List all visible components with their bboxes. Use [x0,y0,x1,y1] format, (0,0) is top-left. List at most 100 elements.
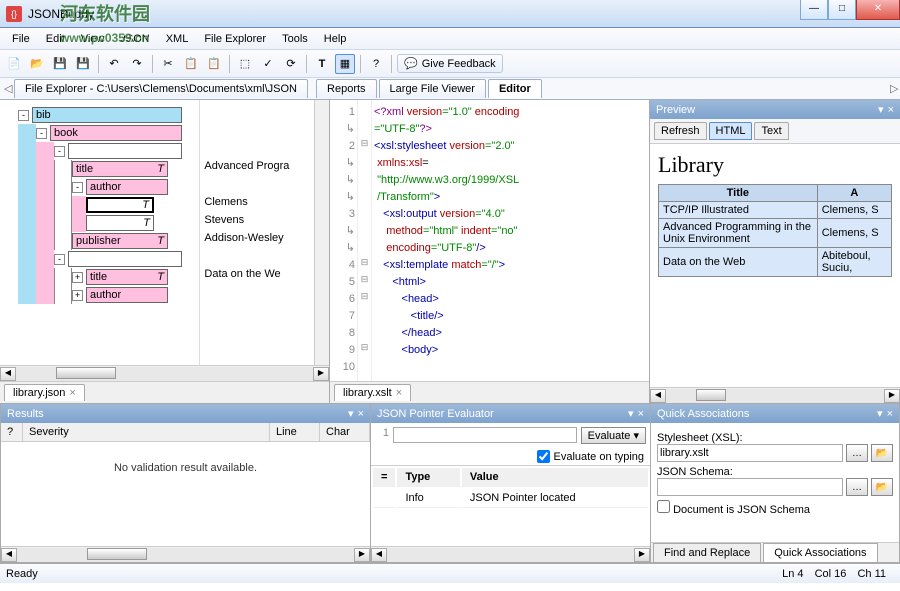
browse-stylesheet-button[interactable]: … [846,444,868,462]
panel-close-icon[interactable]: × [888,104,894,116]
scroll-left-icon[interactable]: ◀ [650,389,666,403]
tab-scroll-left-icon[interactable]: ◁ [0,82,14,95]
paste-icon[interactable]: 📋 [204,54,224,74]
node-group[interactable] [68,251,182,267]
tab-find-replace[interactable]: Find and Replace [653,543,761,562]
expand-icon[interactable]: + [72,272,83,283]
open-stylesheet-button[interactable]: 📂 [871,444,893,462]
panel-pin-icon[interactable]: ▾ [628,408,634,420]
menu-edit[interactable]: Edit [38,30,73,48]
browse-schema-button[interactable]: … [846,478,868,496]
menu-json[interactable]: JSON [112,30,157,48]
tree-value[interactable]: Data on the We [200,266,314,284]
fold-gutter[interactable]: ⊟⊟⊟⊟⊟ [358,100,372,381]
col-line[interactable]: Line [270,423,320,441]
panel-close-icon[interactable]: × [358,408,364,420]
collapse-icon[interactable]: - [54,254,65,265]
evaluate-on-typing-checkbox[interactable] [537,450,550,463]
close-tab-icon[interactable]: × [69,387,75,399]
doc-is-schema-checkbox[interactable] [657,500,670,513]
node-author[interactable]: author [86,287,168,303]
give-feedback-button[interactable]: 💬 Give Feedback [397,54,503,73]
node-title[interactable]: titleT [72,161,168,177]
tree-value[interactable]: Clemens [200,194,314,212]
horizontal-scrollbar[interactable]: ◀ ▶ [0,365,329,381]
expand-icon[interactable]: + [72,290,83,301]
node-title[interactable]: titleT [86,269,168,285]
vertical-scrollbar[interactable] [314,100,329,365]
panel-pin-icon[interactable]: ▾ [877,408,883,420]
json-pointer-input[interactable] [393,427,577,443]
collapse-icon[interactable]: - [72,182,83,193]
copy-icon[interactable]: 📋 [181,54,201,74]
file-explorer-tab[interactable]: File Explorer - C:\Users\Clemens\Documen… [14,79,308,98]
redo-icon[interactable]: ↷ [127,54,147,74]
node-bib[interactable]: bib [32,107,182,123]
text-icon[interactable]: T [312,54,332,74]
transform-icon[interactable]: ⟳ [281,54,301,74]
horizontal-scrollbar[interactable]: ◀ ▶ [650,387,900,403]
code-editor[interactable]: 1↳2↳↳↳3↳↳45678910 ⊟⊟⊟⊟⊟ <?xml version="1… [330,100,649,381]
menu-file[interactable]: File [4,30,38,48]
col-char[interactable]: Char [320,423,370,441]
cut-icon[interactable]: ✂ [158,54,178,74]
preview-tab-text[interactable]: Text [754,122,788,140]
new-file-icon[interactable]: 📄 [4,54,24,74]
node-author-value-selected[interactable]: T [86,197,154,213]
node-author[interactable]: author [86,179,168,195]
open-file-icon[interactable]: 📂 [27,54,47,74]
close-button[interactable]: ✕ [856,0,900,20]
panel-pin-icon[interactable]: ▾ [348,408,354,420]
col-severity[interactable]: Severity [23,423,270,441]
menu-xml[interactable]: XML [158,30,197,48]
tab-quick-associations[interactable]: Quick Associations [763,543,877,562]
menu-view[interactable]: View [73,30,113,48]
tree-value[interactable]: Advanced Progra [200,158,314,176]
node-book[interactable]: book [50,125,182,141]
col-value[interactable]: Value [462,468,648,487]
panel-close-icon[interactable]: × [887,408,893,420]
menu-file-explorer[interactable]: File Explorer [196,30,274,48]
file-tab-library-xslt[interactable]: library.xslt × [334,384,411,401]
save-icon[interactable]: 💾 [50,54,70,74]
col-type[interactable]: Type [397,468,459,487]
file-tab-library-json[interactable]: library.json × [4,384,85,401]
help-icon[interactable]: ? [366,54,386,74]
panel-pin-icon[interactable]: ▾ [878,104,884,116]
evaluate-button[interactable]: Evaluate ▾ [581,427,646,444]
tree-value[interactable]: Stevens [200,212,314,230]
node-publisher[interactable]: publisherT [72,233,168,249]
grid-view-icon[interactable]: ▦ [335,54,355,74]
node-author-value[interactable]: T [86,215,154,231]
format-icon[interactable]: ⬚ [235,54,255,74]
save-all-icon[interactable]: 💾 [73,54,93,74]
tab-reports[interactable]: Reports [316,79,377,98]
collapse-icon[interactable]: - [36,128,47,139]
minimize-button[interactable]: — [800,0,828,20]
panel-close-icon[interactable]: × [638,408,644,420]
tab-editor[interactable]: Editor [488,79,542,98]
scroll-left-icon[interactable]: ◀ [0,367,16,381]
tree-structure[interactable]: -bib -book - titleT -author T T publishe… [0,100,199,365]
collapse-icon[interactable]: - [18,110,29,121]
scroll-thumb[interactable] [696,389,726,401]
col-q[interactable]: ? [1,423,23,441]
node-group[interactable] [68,143,182,159]
horizontal-scrollbar[interactable]: ◀▶ [371,546,650,562]
stylesheet-input[interactable] [657,444,843,462]
tab-scroll-right-icon[interactable]: ▷ [886,82,900,95]
menu-tools[interactable]: Tools [274,30,316,48]
code-content[interactable]: <?xml version="1.0" encoding ="UTF-8"?> … [372,100,649,381]
tree-value[interactable]: Addison-Wesley [200,230,314,248]
open-schema-button[interactable]: 📂 [871,478,893,496]
scroll-right-icon[interactable]: ▶ [313,367,329,381]
validate-icon[interactable]: ✓ [258,54,278,74]
close-tab-icon[interactable]: × [396,387,402,399]
horizontal-scrollbar[interactable]: ◀▶ [1,546,370,562]
preview-tab-refresh[interactable]: Refresh [654,122,707,140]
collapse-icon[interactable]: - [54,146,65,157]
undo-icon[interactable]: ↶ [104,54,124,74]
menu-help[interactable]: Help [316,30,355,48]
maximize-button[interactable]: □ [828,0,856,20]
schema-input[interactable] [657,478,843,496]
